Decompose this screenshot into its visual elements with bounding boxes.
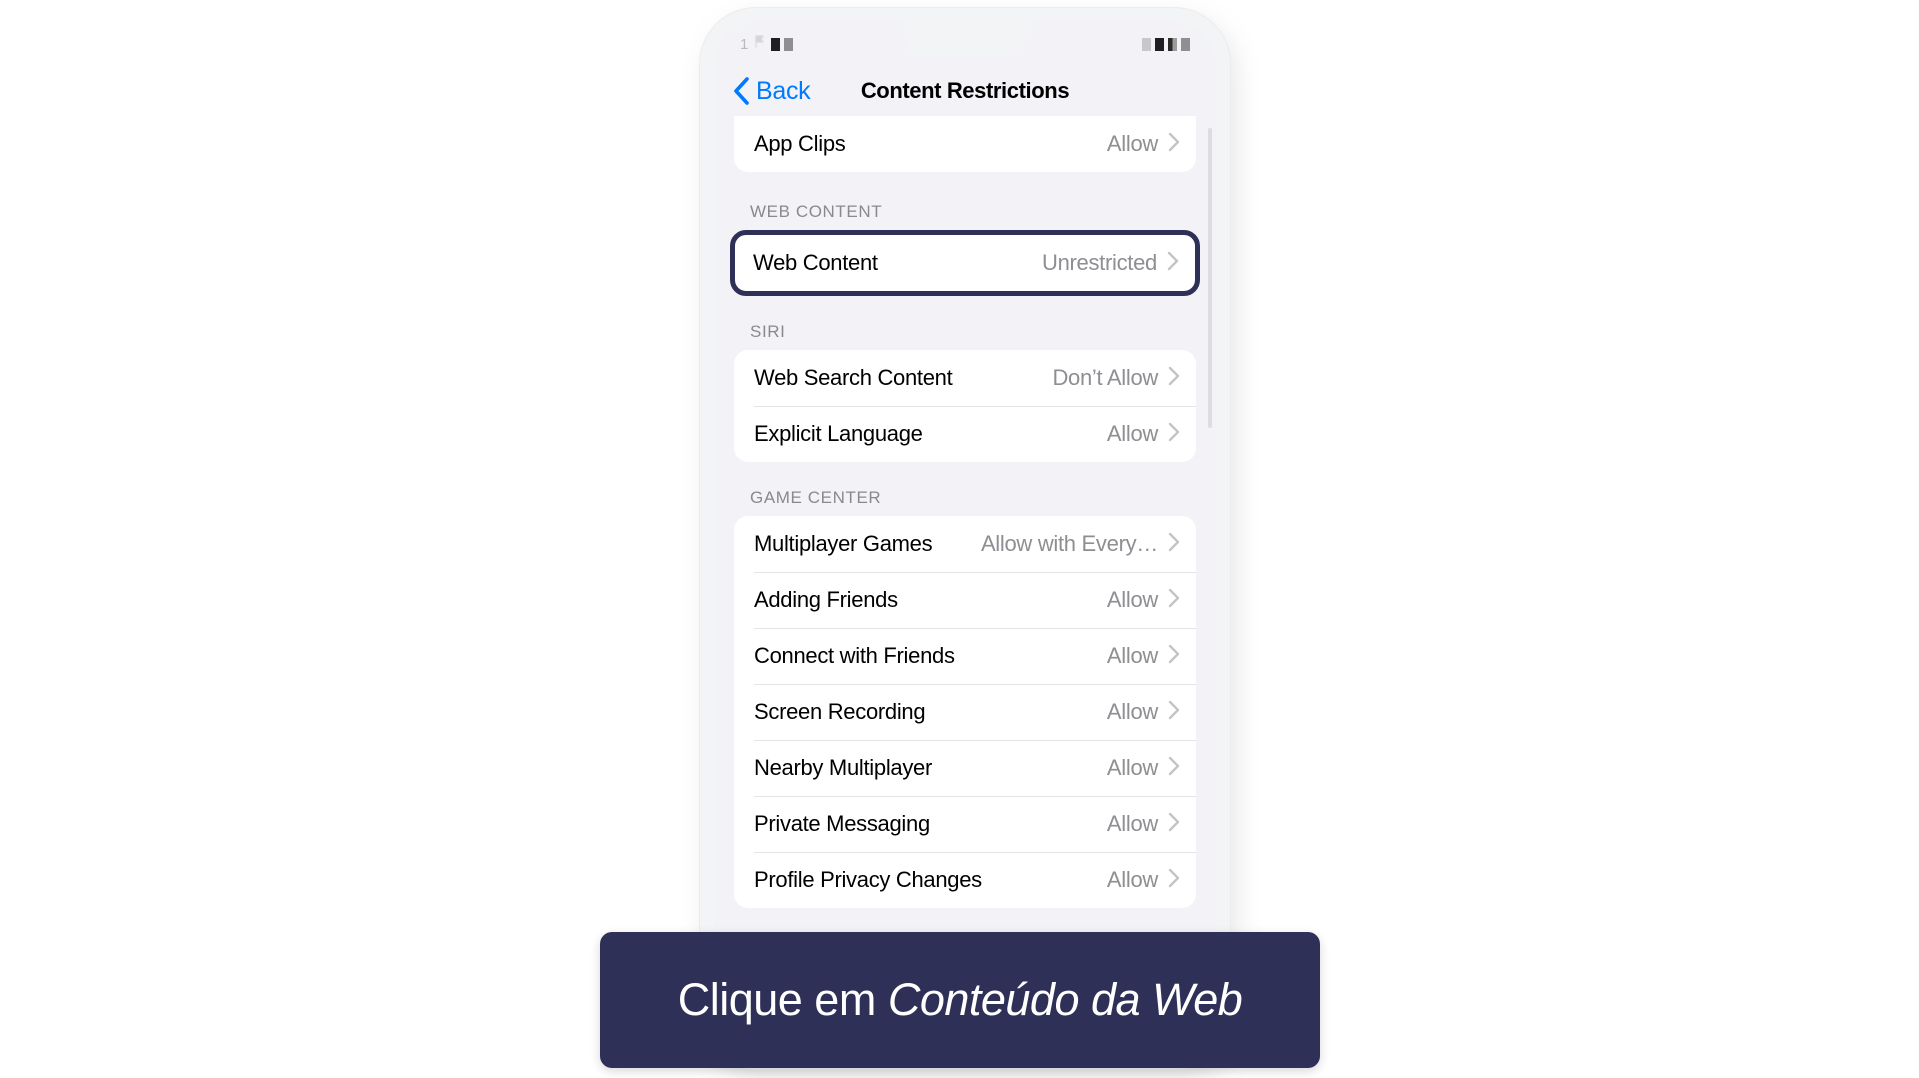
settings-row-label: Connect with Friends <box>754 643 955 668</box>
settings-row-label: Profile Privacy Changes <box>754 867 982 892</box>
status-bar-right <box>1142 37 1190 51</box>
settings-list[interactable]: App Clips Allow WEB CONTENT Web Content … <box>714 116 1216 1056</box>
settings-row-accessory: Allow with Every… <box>981 531 1180 557</box>
flag-icon <box>753 35 767 54</box>
instruction-text: Clique em Conteúdo da Web <box>678 973 1243 1028</box>
chevron-right-icon <box>1168 756 1180 781</box>
pixelated-icon <box>1142 37 1151 51</box>
settings-row-accessory: Allow <box>1107 755 1180 781</box>
instruction-prefix: Clique em <box>677 973 888 1025</box>
chevron-right-icon <box>1168 532 1180 557</box>
chevron-right-icon <box>1168 644 1180 669</box>
pixelated-icon <box>783 37 793 51</box>
settings-row-label: Adding Friends <box>754 587 898 612</box>
pixelated-icon <box>1181 37 1190 51</box>
settings-row-accessory: Don’t Allow <box>1052 365 1180 391</box>
settings-row-label: Web Content <box>753 250 878 275</box>
pixelated-icon <box>1155 37 1164 51</box>
settings-group-siri: Web Search Content Don’t Allow Explicit … <box>734 350 1196 462</box>
settings-row-accessory: Allow <box>1107 643 1180 669</box>
back-button[interactable]: Back <box>732 76 811 106</box>
settings-row-accessory: Allow <box>1107 811 1180 837</box>
settings-row-accessory: Unrestricted <box>1042 250 1179 276</box>
settings-row-label: Explicit Language <box>754 421 923 446</box>
settings-row-label: Multiplayer Games <box>754 531 933 556</box>
settings-row-value: Unrestricted <box>1042 250 1157 275</box>
settings-row-value: Allow <box>1106 587 1158 612</box>
pixelated-icon <box>770 37 780 51</box>
settings-row-web-search-content[interactable]: Web Search Content Don’t Allow <box>734 350 1196 406</box>
settings-row-label: App Clips <box>754 131 846 156</box>
instruction-emphasis: Conteúdo da Web <box>887 973 1243 1025</box>
settings-row-value: Allow <box>1106 421 1158 446</box>
section-header-siri: SIRI <box>750 322 786 341</box>
chevron-right-icon <box>1168 588 1180 613</box>
scrollbar[interactable] <box>1208 128 1212 428</box>
settings-row-value: Allow with Every… <box>980 531 1158 556</box>
settings-row-connect-with-friends[interactable]: Connect with Friends Allow <box>734 628 1196 684</box>
chevron-right-icon <box>1168 366 1180 391</box>
settings-row-label: Private Messaging <box>754 811 930 836</box>
status-bar-left-text: 1 <box>740 35 749 53</box>
settings-row-label: Nearby Multiplayer <box>754 755 933 780</box>
settings-row-value: Allow <box>1106 811 1158 836</box>
settings-group-web-content: Web Content Unrestricted <box>730 230 1200 296</box>
navigation-bar: Back Content Restrictions <box>714 66 1216 116</box>
settings-row-value: Allow <box>1106 755 1158 780</box>
settings-row-value: Allow <box>1106 867 1158 892</box>
chevron-right-icon <box>1168 132 1180 157</box>
settings-row-screen-recording[interactable]: Screen Recording Allow <box>734 684 1196 740</box>
chevron-right-icon <box>1167 251 1179 276</box>
settings-row-accessory: Allow <box>1107 131 1180 157</box>
screenshot-canvas: 1 Back Content Restrictions App Clips Al… <box>0 0 1919 1078</box>
settings-row-accessory: Allow <box>1107 699 1180 725</box>
settings-row-label: Screen Recording <box>754 699 926 724</box>
section-header-web-content: WEB CONTENT <box>750 202 883 221</box>
settings-row-nearby-multiplayer[interactable]: Nearby Multiplayer Allow <box>734 740 1196 796</box>
chevron-right-icon <box>1168 868 1180 893</box>
settings-row-value: Allow <box>1106 643 1158 668</box>
instruction-banner: Clique em Conteúdo da Web <box>600 932 1320 1068</box>
settings-row-private-messaging[interactable]: Private Messaging Allow <box>734 796 1196 852</box>
settings-row-value: Allow <box>1106 699 1158 724</box>
settings-row-label: Web Search Content <box>754 365 953 390</box>
chevron-right-icon <box>1168 700 1180 725</box>
settings-row-adding-friends[interactable]: Adding Friends Allow <box>734 572 1196 628</box>
settings-row-value: Don’t Allow <box>1052 365 1158 390</box>
settings-group-game-center: Multiplayer Games Allow with Every… Addi… <box>734 516 1196 908</box>
settings-row-profile-privacy-changes[interactable]: Profile Privacy Changes Allow <box>734 852 1196 908</box>
pixelated-icon <box>1168 37 1177 51</box>
settings-row-accessory: Allow <box>1107 421 1180 447</box>
settings-row-value: Allow <box>1106 131 1158 156</box>
back-button-label: Back <box>756 76 811 105</box>
settings-row-accessory: Allow <box>1107 587 1180 613</box>
settings-row-accessory: Allow <box>1107 867 1180 893</box>
status-bar-left: 1 <box>740 35 793 54</box>
chevron-right-icon <box>1168 422 1180 447</box>
phone-notch <box>905 22 1025 56</box>
chevron-right-icon <box>1168 812 1180 837</box>
settings-row-multiplayer-games[interactable]: Multiplayer Games Allow with Every… <box>734 516 1196 572</box>
settings-row-app-clips[interactable]: App Clips Allow <box>734 116 1196 172</box>
section-header-game-center: GAME CENTER <box>750 488 882 507</box>
phone-screen: 1 Back Content Restrictions App Clips Al… <box>714 22 1216 1056</box>
chevron-left-icon <box>732 76 750 106</box>
settings-row-explicit-language[interactable]: Explicit Language Allow <box>734 406 1196 462</box>
settings-group-app-clips: App Clips Allow <box>734 116 1196 172</box>
settings-row-web-content[interactable]: Web Content Unrestricted <box>735 235 1195 291</box>
